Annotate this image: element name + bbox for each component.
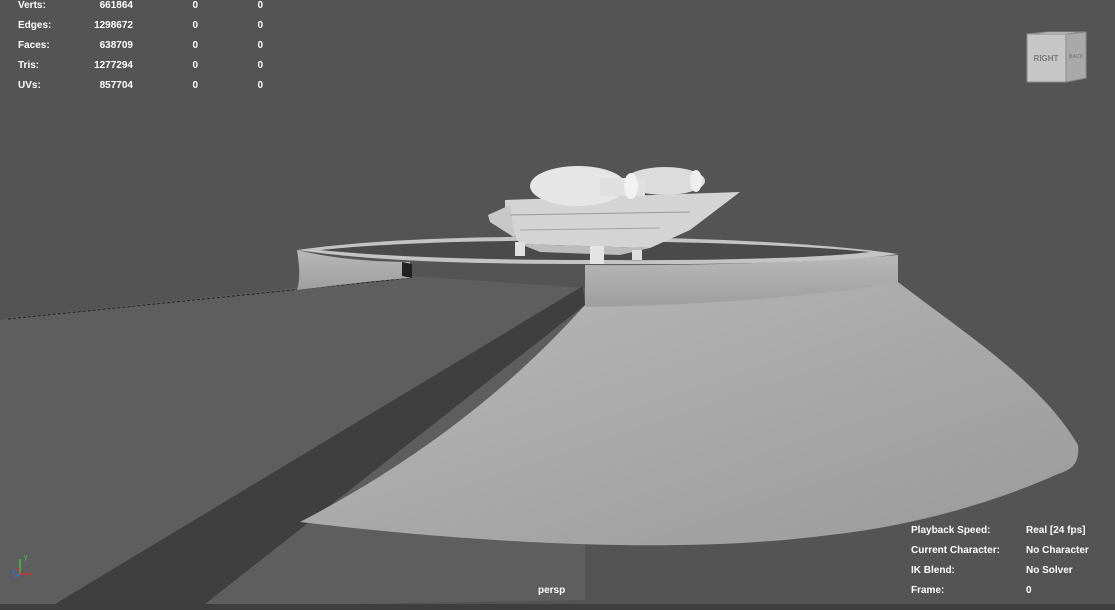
hud-tris-selected: 0 [192,60,198,71]
ik-blend-value: No Solver [1026,565,1073,576]
hud-tris-value: 1277294 [94,60,133,71]
view-cube-front-label: RIGHT [1034,54,1059,63]
hud-uvs-other: 0 [257,80,263,91]
hud-edges-selected: 0 [192,20,198,31]
hud-verts-label: Verts: [18,0,46,11]
z-axis-line [14,573,21,578]
current-character-value: No Character [1026,545,1089,556]
view-cube[interactable]: RIGHT BACK [1024,30,1092,88]
current-character-label: Current Character: [911,545,1000,556]
hud-uvs-value: 857704 [99,80,133,91]
frame-value: 0 [1026,585,1032,596]
camera-name-label: persp [538,585,566,596]
frame-label: Frame: [911,585,945,596]
hud-edges-other: 0 [257,20,263,31]
perspective-viewport[interactable]: Verts: 661864 0 0 Edges: 1298672 0 0 Fac… [0,0,1115,610]
hud-verts-other: 0 [257,0,263,11]
scene-geometry[interactable] [0,0,1115,610]
hud-edges-label: Edges: [18,20,52,31]
axis-gizmo: y x z [12,554,32,578]
playback-speed-value: Real [24 fps] [1026,525,1086,536]
hud-faces-selected: 0 [192,40,198,51]
hud-verts-selected: 0 [192,0,198,11]
hud-tris-other: 0 [257,60,263,71]
hud-edges-value: 1298672 [94,20,133,31]
hud-verts-value: 661864 [99,0,133,11]
hud-uvs-label: UVs: [18,80,41,91]
hud-uvs-selected: 0 [192,80,198,91]
y-axis-label: y [24,554,28,561]
view-cube-side-label: BACK [1069,54,1084,60]
x-axis-label: x [17,567,21,574]
hud-faces-value: 638709 [99,40,133,51]
viewport-bottom-border [0,604,1115,610]
playback-speed-label: Playback Speed: [911,525,991,536]
ik-blend-label: IK Blend: [911,565,955,576]
hud-faces-label: Faces: [18,40,50,51]
z-axis-label: z [12,569,16,576]
hud-tris-label: Tris: [18,60,40,71]
hud-faces-other: 0 [257,40,263,51]
